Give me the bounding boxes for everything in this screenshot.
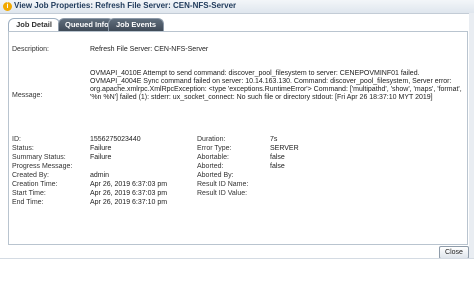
message-value: OVMAPI_4010E Attempt to send command: di… (90, 70, 462, 101)
id-value: 1556275023440 (90, 136, 141, 143)
result-id-name-label: Result ID Name: (197, 181, 249, 188)
tab-job-events[interactable]: Job Events (108, 18, 164, 31)
aborted-by-label: Aborted By: (197, 172, 234, 179)
duration-value: 7s (270, 136, 278, 143)
description-value: Refresh File Server: CEN-NFS-Server (90, 46, 209, 53)
tab-queued-info[interactable]: Queued Info (58, 18, 114, 31)
abortable-value: false (270, 154, 285, 161)
id-label: ID: (12, 136, 21, 143)
window-titlebar: i View Job Properties: Refresh File Serv… (0, 0, 474, 14)
description-label: Description: (12, 46, 49, 53)
summary-status-value: Failure (90, 154, 112, 161)
created-by-value: admin (90, 172, 110, 179)
error-type-label: Error Type: (197, 145, 232, 152)
info-icon: i (3, 2, 12, 11)
end-time-value: Apr 26, 2019 6:37:10 pm (90, 199, 168, 206)
aborted-value: false (270, 163, 285, 170)
window-edge (469, 13, 474, 258)
abortable-label: Abortable: (197, 154, 229, 161)
creation-time-value: Apr 26, 2019 6:37:03 pm (90, 181, 168, 188)
start-time-value: Apr 26, 2019 6:37:03 pm (90, 190, 168, 197)
duration-label: Duration: (197, 136, 226, 143)
error-type-value: SERVER (270, 145, 299, 152)
status-value: Failure (90, 145, 112, 152)
progress-message-label: Progress Message: (12, 163, 73, 170)
creation-time-label: Creation Time: (12, 181, 58, 188)
result-id-value-label: Result ID Value: (197, 190, 248, 197)
aborted-label: Aborted: (197, 163, 224, 170)
window-title: View Job Properties: Refresh File Server… (14, 1, 237, 10)
start-time-label: Start Time: (12, 190, 46, 197)
end-time-label: End Time: (12, 199, 44, 206)
summary-status-label: Summary Status: (12, 154, 66, 161)
bottom-bar (0, 258, 474, 285)
job-detail-panel: Description: Refresh File Server: CEN-NF… (8, 31, 468, 245)
created-by-label: Created By: (12, 172, 49, 179)
tab-job-detail[interactable]: Job Detail (8, 18, 60, 32)
status-label: Status: (12, 145, 34, 152)
message-label: Message: (12, 92, 43, 99)
